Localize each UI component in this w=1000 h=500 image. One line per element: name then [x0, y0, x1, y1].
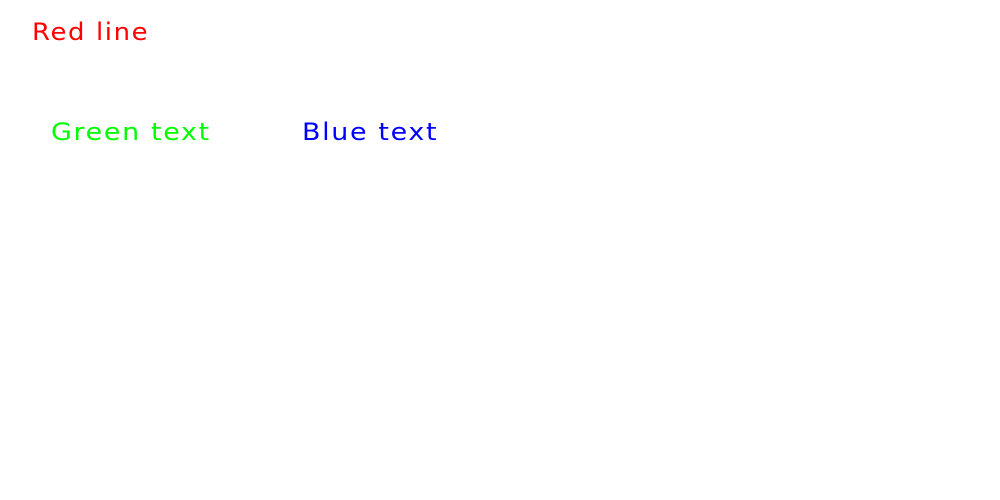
blue-text-label: Blue text: [302, 118, 439, 146]
green-text-label: Green text: [51, 118, 211, 146]
red-line-text: Red line: [32, 18, 150, 46]
